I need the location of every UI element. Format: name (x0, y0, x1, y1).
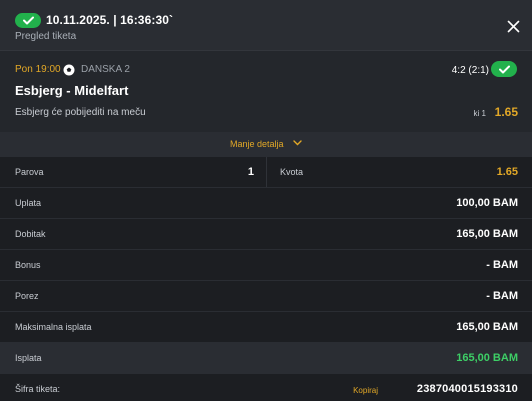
win-label: Dobitak (15, 229, 46, 239)
payout-value: 165,00 BAM (456, 352, 518, 364)
less-details-toggle[interactable]: Manje detalja (0, 132, 532, 156)
match-market: ki 1 (473, 109, 486, 118)
bonus-label: Bonus (15, 260, 41, 270)
match-league: DANSKA 2 (81, 64, 130, 75)
stake-row: Uplata 100,00 BAM (0, 187, 532, 218)
tax-label: Porez (15, 291, 39, 301)
payout-row: Isplata 165,00 BAM (0, 342, 532, 373)
win-check-icon (491, 61, 517, 77)
stake-value: 100,00 BAM (456, 197, 518, 209)
match-teams: Esbjerg - Midelfart (15, 83, 129, 98)
check-icon (15, 13, 41, 28)
ticket-header: 10.11.2025. | 16:36:30` Pregled tiketa (0, 0, 532, 50)
stake-label: Uplata (15, 198, 42, 208)
match-pick: Esbjerg će pobijediti na meču (15, 107, 146, 118)
less-details-label: Manje detalja (230, 139, 284, 149)
win-row: Dobitak 165,00 BAM (0, 218, 532, 249)
match-card: Pon 19:00 DANSKA 2 4:2 (2:1) Esbjerg - M… (0, 50, 532, 132)
row-divider (266, 157, 267, 188)
bonus-value: - BAM (486, 259, 518, 271)
max-payout-row: Maksimalna isplata 165,00 BAM (0, 311, 532, 342)
tax-row: Porez - BAM (0, 280, 532, 311)
pairs-value: 1 (247, 166, 254, 178)
bonus-row: Bonus - BAM (0, 249, 532, 280)
match-time: Pon 19:00 (15, 64, 61, 75)
ticket-code-label: Šifra tiketa: (15, 384, 61, 394)
chevron-down-icon (293, 140, 302, 146)
ticket-code-row: Šifra tiketa: Kopiraj 2387040015193310 (0, 373, 532, 401)
payout-label: Isplata (15, 353, 42, 363)
ticket-datetime: 10.11.2025. | 16:36:30` (46, 13, 174, 27)
soccer-ball-icon (63, 63, 75, 76)
match-odd: 1.65 (494, 105, 518, 119)
ticket-subtitle: Pregled tiketa (15, 31, 77, 42)
match-score: 4:2 (2:1) (451, 65, 489, 76)
close-icon[interactable] (507, 20, 520, 33)
pairs-label: Parova (15, 167, 44, 177)
max-payout-label: Maksimalna isplata (15, 322, 92, 332)
max-payout-value: 165,00 BAM (456, 321, 518, 333)
ticket-code: 2387040015193310 (416, 383, 518, 395)
odds-value: 1.65 (496, 166, 518, 178)
win-value: 165,00 BAM (456, 228, 518, 240)
pairs-odds-row: Parova 1 Kvota 1.65 (0, 156, 532, 188)
tax-value: - BAM (486, 290, 518, 302)
odds-label: Kvota (280, 167, 304, 177)
copy-button[interactable]: Kopiraj (353, 386, 378, 395)
